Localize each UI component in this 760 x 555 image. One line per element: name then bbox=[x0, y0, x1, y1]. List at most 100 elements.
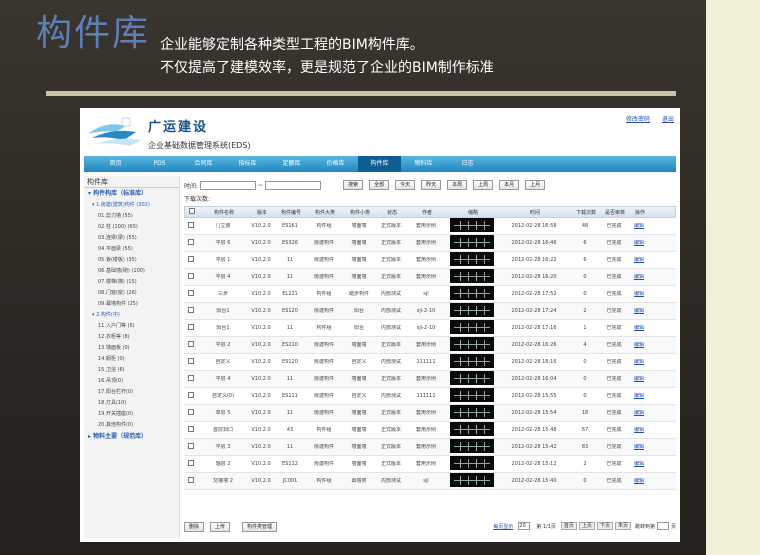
tree-item[interactable]: 01.剪力墙 (55) bbox=[84, 211, 179, 222]
nav-quota-library[interactable]: 定额库 bbox=[270, 156, 313, 172]
row-checkbox[interactable] bbox=[188, 239, 194, 245]
end-date-input[interactable] bbox=[265, 180, 322, 190]
search-button[interactable]: 搜索 bbox=[343, 180, 364, 190]
edit-link[interactable]: 编辑 bbox=[634, 376, 644, 382]
edit-link[interactable]: 编辑 bbox=[634, 427, 644, 433]
edit-link[interactable]: 编辑 bbox=[634, 257, 644, 263]
nav-home[interactable]: 首页 bbox=[94, 156, 137, 172]
row-checkbox[interactable] bbox=[188, 256, 194, 262]
tree-item[interactable]: 12.衣柜等 (8) bbox=[84, 332, 179, 343]
nav-log[interactable]: 日志 bbox=[446, 156, 489, 172]
filter-all-button[interactable]: 全部 bbox=[369, 180, 390, 190]
table-row[interactable]: 平层 1 V10.2.0 11 房建构件 墙面墙 正式版本 套用示例 2012-02-28 1… bbox=[184, 252, 676, 269]
nav-contract-library[interactable]: 合同库 bbox=[182, 156, 225, 172]
nav-component-library[interactable]: 构件库 bbox=[358, 156, 401, 172]
edit-link[interactable]: 编辑 bbox=[634, 478, 644, 484]
table-row[interactable]: 轴层 2 V10.2.0 ES112 房建构件 墙面墙 正式版本 套用示例 2012-02-2… bbox=[184, 456, 676, 473]
delete-button[interactable]: 删除 bbox=[184, 522, 205, 532]
select-all-checkbox[interactable] bbox=[189, 208, 195, 214]
edit-link[interactable]: 编辑 bbox=[634, 291, 644, 297]
first-page-button[interactable]: 首页 bbox=[560, 522, 577, 530]
table-row[interactable]: 三步 V10.2.0 EL221 构件组 踏步构件 内部测试 sjl 2012-02-28 1… bbox=[184, 286, 676, 303]
tree-root-standard[interactable]: ▾ 构件构库（标准库） bbox=[84, 188, 179, 200]
logout-link[interactable]: 退出 bbox=[662, 116, 674, 123]
row-checkbox[interactable] bbox=[188, 222, 194, 228]
header-author[interactable]: 作者 bbox=[407, 207, 447, 217]
row-checkbox[interactable] bbox=[188, 341, 194, 347]
header-version[interactable]: 版本 bbox=[249, 207, 275, 217]
filter-last-month-button[interactable]: 上月 bbox=[525, 180, 546, 190]
thumbnail-image[interactable] bbox=[450, 388, 494, 402]
row-checkbox[interactable] bbox=[188, 273, 194, 279]
edit-link[interactable]: 编辑 bbox=[634, 359, 644, 365]
thumbnail-image[interactable] bbox=[450, 218, 494, 232]
nav-index-library[interactable]: 指标库 bbox=[226, 156, 269, 172]
tree-item[interactable]: 13.墙面板 (0) bbox=[84, 343, 179, 354]
tree-item[interactable]: 08.门窗(窗) (26) bbox=[84, 288, 179, 299]
upload-button[interactable]: 上传 bbox=[210, 522, 231, 532]
nav-price-library[interactable]: 价格库 bbox=[314, 156, 357, 172]
thumbnail-image[interactable] bbox=[450, 235, 494, 249]
filter-today-button[interactable]: 今天 bbox=[395, 180, 416, 190]
header-name[interactable]: 构件名称 bbox=[199, 207, 249, 217]
thumbnail-image[interactable] bbox=[450, 269, 494, 283]
thumbnail-image[interactable] bbox=[450, 422, 494, 436]
prev-page-button[interactable]: 上页 bbox=[578, 522, 595, 530]
tree-item[interactable]: 20.其他构件(0) bbox=[84, 420, 179, 431]
filter-this-month-button[interactable]: 本月 bbox=[499, 180, 520, 190]
filter-this-week-button[interactable]: 本周 bbox=[447, 180, 468, 190]
tree-item[interactable]: 18.灯具(10) bbox=[84, 398, 179, 409]
table-row[interactable]: 平层 3 V10.2.0 11 房建构件 墙面墙 正式版本 套用示例 2012-02-28 1… bbox=[184, 439, 676, 456]
tree-item[interactable]: 09.幕墙构件 (25) bbox=[84, 299, 179, 310]
header-downloads[interactable]: 下载次数 bbox=[571, 207, 601, 217]
edit-link[interactable]: 编辑 bbox=[634, 223, 644, 229]
nav-pds[interactable]: PDS bbox=[138, 156, 181, 172]
row-checkbox[interactable] bbox=[188, 477, 194, 483]
next-page-button[interactable]: 下页 bbox=[596, 522, 613, 530]
category-manage-button[interactable]: 构件类管理 bbox=[242, 522, 278, 532]
thumbnail-image[interactable] bbox=[450, 354, 494, 368]
thumbnail-image[interactable] bbox=[450, 337, 494, 351]
header-status[interactable]: 状态 bbox=[377, 207, 407, 217]
tree-root-spec[interactable]: ▸ 物料主要（规范库） bbox=[84, 431, 179, 443]
edit-link[interactable]: 编辑 bbox=[634, 410, 644, 416]
row-checkbox[interactable] bbox=[188, 426, 194, 432]
tree-item[interactable]: 15.卫浴 (6) bbox=[84, 365, 179, 376]
last-page-button[interactable]: 末页 bbox=[614, 522, 631, 530]
tree-item[interactable]: 04.平面梁 (55) bbox=[84, 244, 179, 255]
edit-link[interactable]: 编辑 bbox=[634, 240, 644, 246]
table-row[interactable]: 自定义(0) V10.2.0 ES111 房建构件 自定义 内部测试 111111 2012-… bbox=[184, 388, 676, 405]
table-row[interactable]: 阳台1 V10.2.0 ES120 房建构件 阳台 内部测试 sjl-2-10 2012-02… bbox=[184, 303, 676, 320]
thumbnail-image[interactable] bbox=[450, 303, 494, 317]
edit-link[interactable]: 编辑 bbox=[634, 308, 644, 314]
tree-group-1[interactable]: ▾ 1.房建(建筑)构件 (302) bbox=[84, 200, 179, 211]
tree-item[interactable]: 02.柱 (100) (65) bbox=[84, 222, 179, 233]
row-checkbox[interactable] bbox=[188, 307, 194, 313]
table-row[interactable]: 交接墙 2 V10.2.0 JC001 构件组 幕墙类 内部测试 sjl 2012-02-28… bbox=[184, 473, 676, 490]
header-category[interactable]: 构件大类 bbox=[307, 207, 343, 217]
start-date-input[interactable] bbox=[200, 180, 257, 190]
header-time[interactable]: 时间 bbox=[499, 207, 571, 217]
thumbnail-image[interactable] bbox=[450, 252, 494, 266]
table-row[interactable]: 平层 6 V10.2.0 ES326 房建构件 墙面墙 正式版本 套用示例 2012-02-2… bbox=[184, 235, 676, 252]
row-checkbox[interactable] bbox=[188, 409, 194, 415]
header-subcategory[interactable]: 构件小类 bbox=[343, 207, 377, 217]
tree-item[interactable]: 07.楼梯(梯) (15) bbox=[84, 277, 179, 288]
header-code[interactable]: 构件编号 bbox=[275, 207, 307, 217]
row-checkbox[interactable] bbox=[188, 290, 194, 296]
thumbnail-image[interactable] bbox=[450, 286, 494, 300]
table-row[interactable]: 阳台1 V10.2.0 11 构件组 阳台 内部测试 sjl-2-10 2012-02-28 … bbox=[184, 320, 676, 337]
tree-group-2[interactable]: ▾ 2.构件(中) bbox=[84, 310, 179, 321]
filter-yesterday-button[interactable]: 昨天 bbox=[421, 180, 442, 190]
thumbnail-image[interactable] bbox=[450, 456, 494, 470]
table-row[interactable]: 平层 2 V10.2.0 ES210 房建构件 墙面墙 正式版本 套用示例 2012-02-2… bbox=[184, 337, 676, 354]
tree-item[interactable]: 17.阳台栏杆(0) bbox=[84, 387, 179, 398]
thumbnail-image[interactable] bbox=[450, 371, 494, 385]
table-row[interactable]: 单层 5 V10.2.0 11 房建构件 墙面墙 正式版本 套用示例 2012-02-28 1… bbox=[184, 405, 676, 422]
table-row[interactable]: 平层 4 V10.2.0 11 房建构件 墙面墙 正式版本 套用示例 2012-02-28 1… bbox=[184, 269, 676, 286]
table-row[interactable]: 首层洞口 V10.2.0 43 构件组 墙面墙 正式版本 套用示例 2012-02-28 15… bbox=[184, 422, 676, 439]
row-checkbox[interactable] bbox=[188, 443, 194, 449]
row-checkbox[interactable] bbox=[188, 358, 194, 364]
row-checkbox[interactable] bbox=[188, 460, 194, 466]
tree-item[interactable]: 19.开关插座(0) bbox=[84, 409, 179, 420]
